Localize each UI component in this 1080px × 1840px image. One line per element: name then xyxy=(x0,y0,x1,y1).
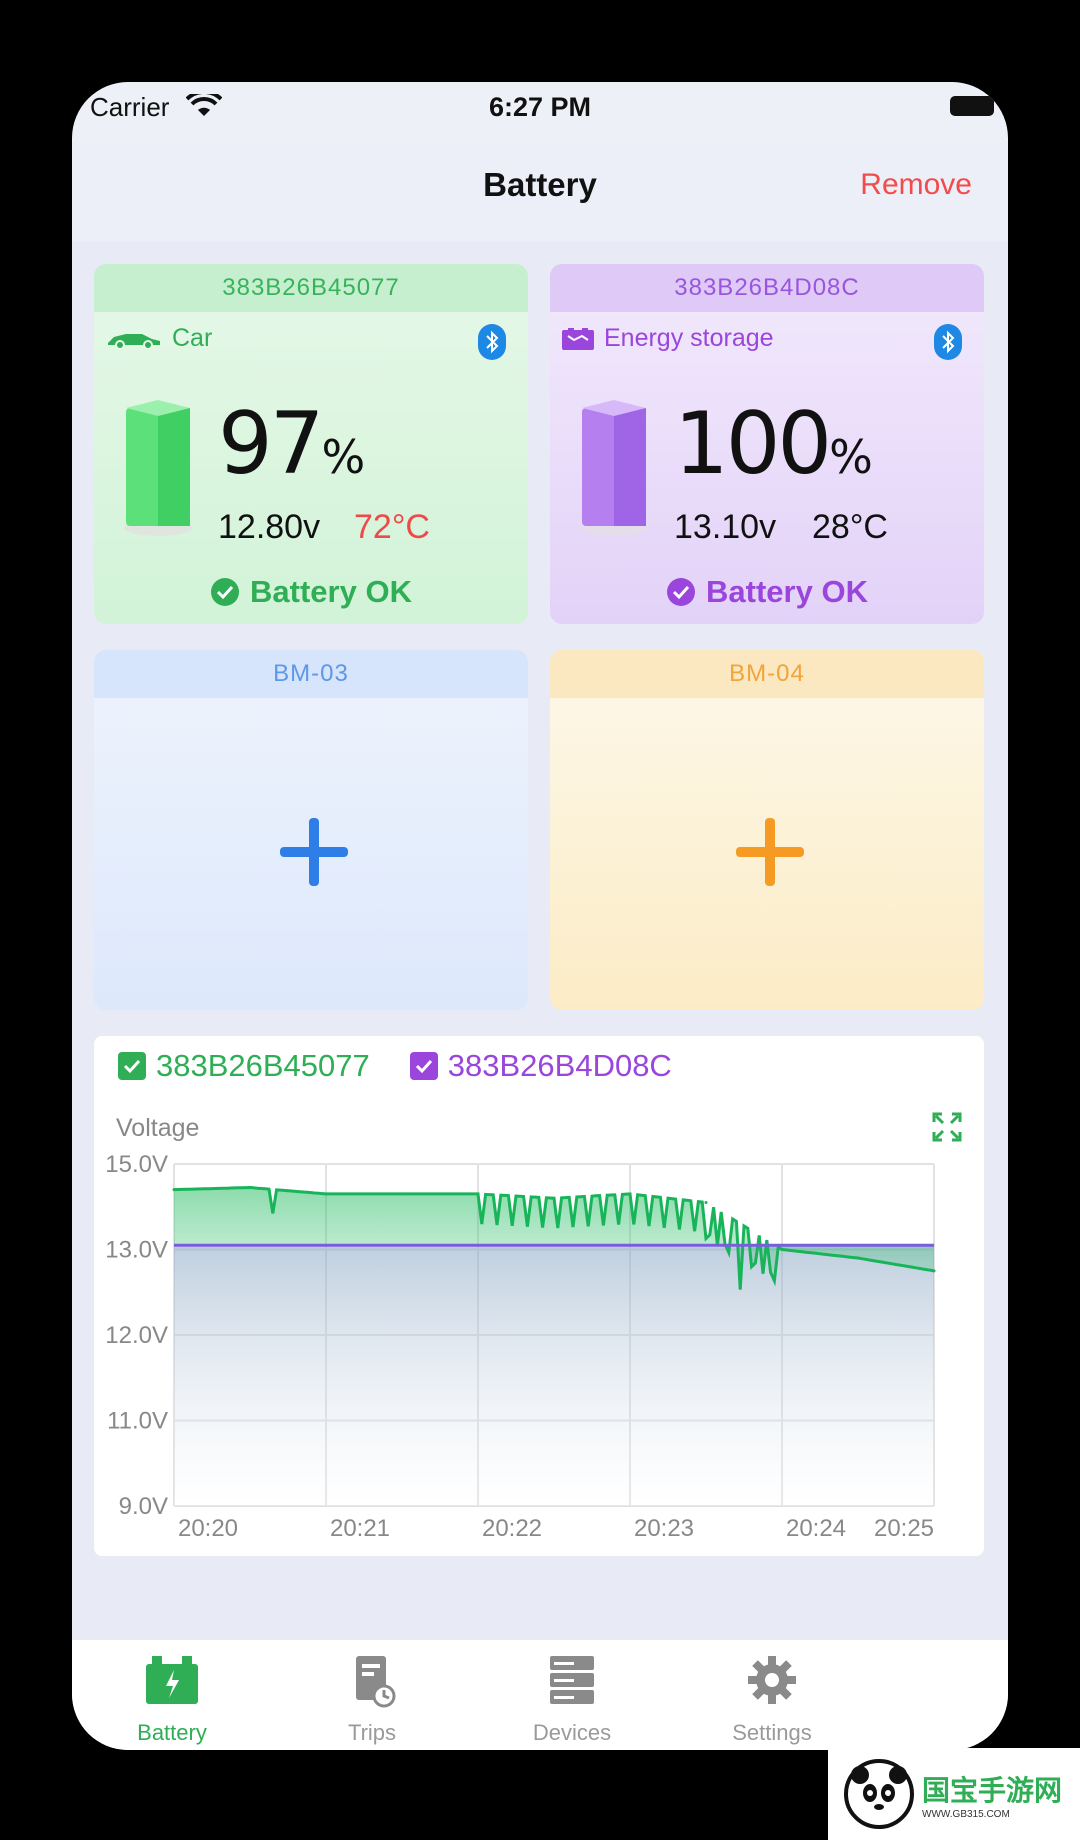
watermark: 国宝手游网 WWW.GB315.COM xyxy=(828,1748,1080,1840)
plus-icon[interactable] xyxy=(278,816,350,888)
devices-tab-icon xyxy=(550,1656,594,1704)
nav-bar: Battery Remove xyxy=(72,162,1008,232)
add-battery-slot-bm04[interactable]: BM-04 xyxy=(550,650,984,1010)
y-tick-label: 11.0V xyxy=(107,1408,168,1435)
gear-icon xyxy=(748,1656,796,1704)
tab-trips[interactable]: Trips xyxy=(272,1652,472,1746)
main-content: 383B26B45077 Car 97% 12.80v 72°C Battery… xyxy=(72,242,1008,1642)
tab-devices[interactable]: Devices xyxy=(472,1652,672,1746)
expand-icon[interactable] xyxy=(932,1112,962,1142)
checkbox-icon[interactable] xyxy=(409,1052,438,1080)
panda-logo-icon xyxy=(844,1759,914,1829)
series-point-1 xyxy=(856,1256,860,1260)
tab-label: Battery xyxy=(137,1720,207,1745)
bluetooth-icon xyxy=(934,324,962,360)
battery-status-label: Battery OK xyxy=(250,574,412,609)
battery-level-graphic xyxy=(124,400,192,536)
watermark-text: 国宝手游网 xyxy=(922,1774,1063,1806)
legend-item-series-2[interactable]: 383B26B4D08C xyxy=(409,1048,672,1084)
tab-label: Settings xyxy=(732,1720,812,1745)
series-point-1 xyxy=(400,1192,404,1196)
battery-tab-icon xyxy=(146,1656,198,1704)
y-tick-label: 13.0V xyxy=(105,1237,168,1264)
series-point-1 xyxy=(476,1192,480,1196)
series-point-1 xyxy=(628,1192,632,1196)
y-tick-label: 12.0V xyxy=(105,1322,168,1349)
x-tick-label: 20:24 xyxy=(786,1515,846,1542)
battery-percent: 97% xyxy=(218,394,366,494)
x-tick-label: 20:23 xyxy=(634,1515,694,1542)
battery-temperature: 72°C xyxy=(354,508,430,546)
bluetooth-icon xyxy=(478,324,506,360)
legend-item-series-1[interactable]: 383B26B45077 xyxy=(118,1048,370,1084)
y-tick-label: 15.0V xyxy=(105,1151,168,1178)
voltage-chart-panel: 15.0V 13.0V 12.0V 11.0V 9.0V 20:20 20:21 20:22 2… xyxy=(94,1036,984,1556)
series-point-1 xyxy=(932,1269,936,1273)
x-tick-label: 20:25 xyxy=(874,1515,934,1542)
plus-icon[interactable] xyxy=(734,816,806,888)
battery-box-icon xyxy=(562,327,594,350)
tab-bar: Battery Trips Devices Settings xyxy=(72,1640,1008,1750)
battery-status: Battery OK xyxy=(94,574,528,610)
battery-status-icon xyxy=(950,96,994,116)
tab-battery[interactable]: Battery xyxy=(72,1652,272,1746)
y-tick-label: 9.0V xyxy=(119,1493,168,1520)
series-area-2 xyxy=(174,1245,934,1506)
phone-screen: Carrier 6:27 PM Battery Remove 383B26B45… xyxy=(72,82,1008,1750)
series-point-1 xyxy=(248,1186,252,1190)
car-icon xyxy=(108,333,160,349)
battery-voltage: 12.80v xyxy=(218,508,321,546)
chart-legend: 383B26B45077 383B26B4D08C xyxy=(118,1048,672,1084)
x-tick-label: 20:20 xyxy=(178,1515,238,1542)
checkbox-icon[interactable] xyxy=(118,1052,146,1080)
battery-type: Energy storage xyxy=(562,324,774,353)
battery-card-2[interactable]: 383B26B4D08C Energy storage 100% 13.10v … xyxy=(550,264,984,624)
series-point-1 xyxy=(704,1200,708,1204)
series-point-1 xyxy=(780,1248,784,1251)
battery-percent: 100% xyxy=(674,394,873,494)
battery-status: Battery OK xyxy=(550,574,984,610)
battery-level-graphic xyxy=(580,400,648,536)
x-tick-label: 20:21 xyxy=(330,1515,390,1542)
check-circle-icon xyxy=(667,578,696,606)
legend-label: 383B26B4D08C xyxy=(447,1048,672,1083)
status-bar: Carrier 6:27 PM xyxy=(72,82,1008,132)
series-point-1 xyxy=(172,1188,176,1192)
tab-label: Trips xyxy=(347,1720,397,1745)
clock: 6:27 PM xyxy=(488,92,592,122)
battery-type-label: Energy storage xyxy=(604,324,774,352)
battery-card-1[interactable]: 383B26B45077 Car 97% 12.80v 72°C Battery… xyxy=(94,264,528,624)
battery-status-label: Battery OK xyxy=(706,574,868,609)
watermark-url: WWW.GB315.COM xyxy=(922,1808,1010,1820)
legend-label: 383B26B45077 xyxy=(156,1048,370,1083)
check-circle-icon xyxy=(211,578,240,606)
tab-label: Devices xyxy=(532,1720,612,1745)
trips-tab-icon xyxy=(356,1656,396,1708)
series-point-1 xyxy=(324,1192,328,1196)
voltage-chart: 15.0V 13.0V 12.0V 11.0V 9.0V 20:20 20:21 20:22 2… xyxy=(105,1151,936,1542)
add-battery-slot-bm03[interactable]: BM-03 xyxy=(94,650,528,1010)
chart-y-axis-label: Voltage xyxy=(116,1114,200,1142)
remove-button[interactable]: Remove xyxy=(860,168,972,202)
x-tick-label: 20:22 xyxy=(482,1515,542,1542)
battery-voltage: 13.10v xyxy=(674,508,777,546)
battery-type-label: Car xyxy=(172,324,213,352)
battery-temperature: 28°C xyxy=(812,508,888,546)
battery-id: 383B26B45077 xyxy=(94,264,528,312)
tab-settings[interactable]: Settings xyxy=(672,1652,872,1746)
battery-id: 383B26B4D08C xyxy=(550,264,984,312)
slot-label: BM-03 xyxy=(94,650,528,698)
series-point-1 xyxy=(552,1196,556,1200)
battery-type: Car xyxy=(106,324,212,353)
slot-label: BM-04 xyxy=(550,650,984,698)
